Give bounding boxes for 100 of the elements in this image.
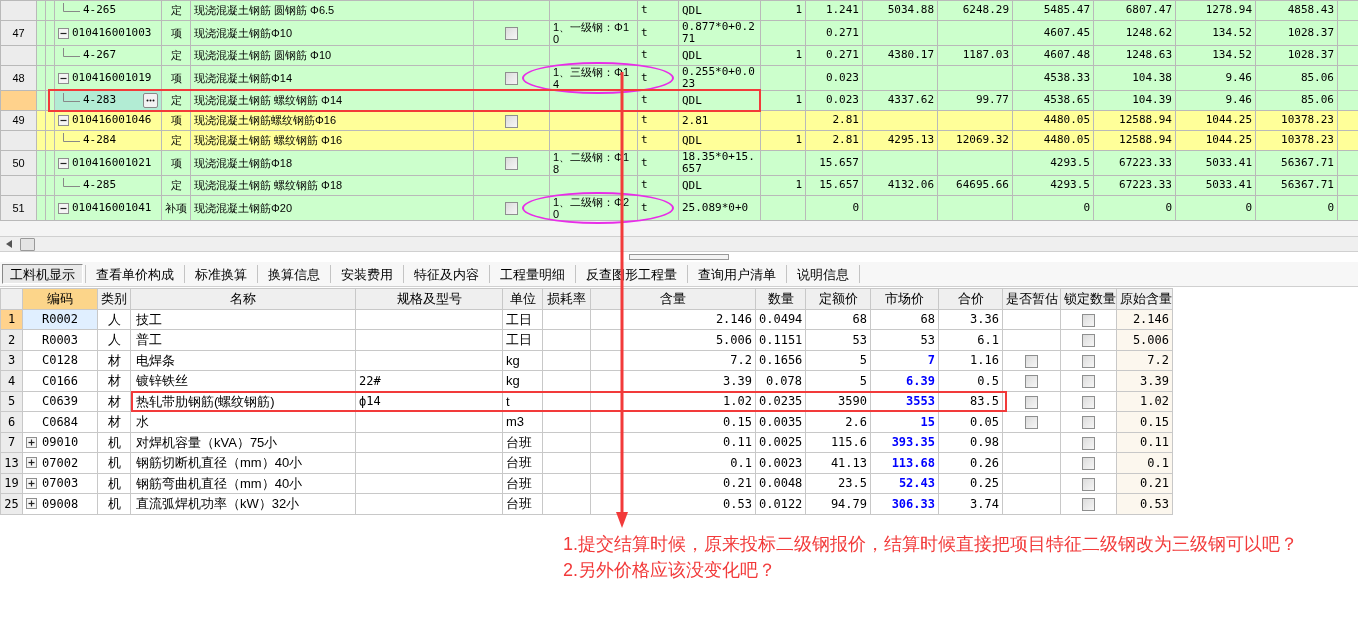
- column-header[interactable]: 原始含量: [1116, 288, 1173, 309]
- tab[interactable]: 工程量明细: [492, 264, 573, 284]
- checkbox[interactable]: [1082, 334, 1095, 348]
- column-header[interactable]: 合价: [938, 288, 1003, 309]
- checkbox[interactable]: [1025, 375, 1038, 389]
- row-number[interactable]: 48: [0, 65, 37, 91]
- code-text: 07003: [42, 475, 79, 493]
- row-number[interactable]: 5: [0, 391, 23, 412]
- checkbox[interactable]: [505, 72, 518, 86]
- checkbox[interactable]: [505, 202, 518, 216]
- column-header[interactable]: 市场价: [870, 288, 939, 309]
- expand-icon[interactable]: [26, 436, 37, 448]
- checkbox[interactable]: [1082, 477, 1095, 491]
- table-cell: 12069.32: [937, 130, 1013, 151]
- row-number[interactable]: 49: [0, 110, 37, 131]
- tab[interactable]: 说明信息: [789, 264, 857, 284]
- row-header[interactable]: [0, 0, 37, 21]
- checkbox[interactable]: [1082, 416, 1095, 430]
- checkbox[interactable]: [505, 27, 518, 41]
- row-number[interactable]: 2: [0, 329, 23, 350]
- row-number[interactable]: 3: [0, 350, 23, 371]
- row-number[interactable]: 25: [0, 493, 23, 514]
- table-cell: 现浇混凝土钢筋 圆钢筋 Φ10: [190, 45, 474, 66]
- checkbox[interactable]: [1082, 457, 1095, 471]
- code-text: 010416001019: [72, 69, 152, 86]
- checkbox[interactable]: [1082, 354, 1095, 368]
- column-header[interactable]: 单位: [502, 288, 543, 309]
- tab[interactable]: 标准换算: [187, 264, 255, 284]
- checkbox[interactable]: [1025, 354, 1038, 368]
- column-header[interactable]: 规格及型号: [355, 288, 503, 309]
- tab[interactable]: 查看单价构成: [88, 264, 182, 284]
- grid-row[interactable]: 4-267 定 现浇混凝土钢筋 圆钢筋 Φ10 t QDL 1 0.271 4380.17 1187.03 4607.48 1248.63 134.52 1028.37: [0, 45, 1358, 66]
- expand-icon[interactable]: [26, 498, 37, 510]
- checkbox[interactable]: [1082, 395, 1095, 409]
- column-header[interactable]: 编码: [22, 288, 98, 309]
- checkbox[interactable]: [1025, 416, 1038, 430]
- grid-row[interactable]: 4-265 定 现浇混凝土钢筋 圆钢筋 Φ6.5 t QDL 1 1.241 5034.88 6248.29 5485.47 6807.47 1278.94 4858.43: [0, 0, 1358, 21]
- row-header[interactable]: [0, 175, 37, 196]
- row-number[interactable]: 19: [0, 473, 23, 494]
- column-header[interactable]: 类别: [97, 288, 131, 309]
- table-cell: 9.46: [1175, 90, 1256, 111]
- code-text: 09008: [42, 495, 79, 513]
- tab[interactable]: 特征及内容: [406, 264, 487, 284]
- more-button[interactable]: [143, 93, 158, 108]
- row-number[interactable]: 4: [0, 370, 23, 391]
- left-arrow-icon[interactable]: [6, 240, 12, 248]
- grid-row[interactable]: 49 010416001046 项 现浇混凝土钢筋螺纹钢筋Φ16 t 2.81 2.81 4480.05 12588.94 1044.25 10378.23: [0, 110, 1358, 131]
- table-cell: 4293.5: [1012, 175, 1094, 196]
- column-header[interactable]: 名称: [130, 288, 356, 309]
- scrollbar-thumb[interactable]: [20, 237, 35, 251]
- checkbox[interactable]: [1082, 498, 1095, 512]
- collapse-icon[interactable]: [58, 115, 69, 126]
- checkbox[interactable]: [1025, 395, 1038, 409]
- collapse-icon[interactable]: [58, 202, 69, 214]
- table-cell: 104.38: [1093, 65, 1176, 91]
- column-header[interactable]: 损耗率: [542, 288, 591, 309]
- column-header[interactable]: 定额价: [805, 288, 871, 309]
- grid-row[interactable]: 4-284 定 现浇混凝土钢筋 螺纹钢筋 Φ16 t QDL 1 2.81 4295.13 12069.32 4480.05 12588.94 1044.25 10378.23: [0, 130, 1358, 151]
- column-header[interactable]: 是否暂估: [1002, 288, 1061, 309]
- collapse-icon[interactable]: [58, 157, 69, 169]
- checkbox[interactable]: [1082, 313, 1095, 327]
- table-cell: 0.98: [938, 432, 1003, 453]
- table-cell: 9.46: [1175, 65, 1256, 91]
- code-text: C0166: [41, 372, 79, 390]
- splitter-handle[interactable]: [629, 254, 729, 260]
- row-number[interactable]: 47: [0, 20, 37, 46]
- grid-row[interactable]: 47 010416001003 项 现浇混凝土钢筋Φ10 1、一级钢：Φ10 t 0.877*0+0.271 0.271 4607.45 1248.62 134.52 1028.37: [0, 20, 1358, 46]
- column-header[interactable]: 锁定数量: [1060, 288, 1117, 309]
- table-cell: 85.06: [1255, 90, 1338, 111]
- tab[interactable]: 查询用户清单: [690, 264, 784, 284]
- row-number[interactable]: 6: [0, 411, 23, 432]
- collapse-icon[interactable]: [58, 27, 69, 39]
- row-number[interactable]: 13: [0, 452, 23, 473]
- horizontal-scrollbar[interactable]: [0, 236, 1358, 252]
- column-header[interactable]: 含量: [590, 288, 756, 309]
- row-header[interactable]: [0, 45, 37, 66]
- table-cell: 52.43: [870, 473, 939, 494]
- table-cell: 4858.43: [1255, 0, 1338, 21]
- column-header[interactable]: 数量: [755, 288, 806, 309]
- code-text: 4-265: [83, 2, 117, 19]
- tab[interactable]: 安装费用: [333, 264, 401, 284]
- row-header[interactable]: [0, 130, 37, 151]
- expand-icon[interactable]: [26, 477, 37, 489]
- row-number[interactable]: 50: [0, 150, 37, 176]
- collapse-icon[interactable]: [58, 72, 69, 84]
- code-text: C0684: [41, 413, 79, 431]
- row-number[interactable]: 1: [0, 309, 23, 330]
- checkbox[interactable]: [505, 114, 518, 128]
- checkbox[interactable]: [1082, 375, 1095, 389]
- code-text: 010416001046: [72, 112, 152, 129]
- row-number[interactable]: 7: [0, 432, 23, 453]
- expand-icon[interactable]: [26, 457, 37, 469]
- checkbox[interactable]: [1082, 436, 1095, 450]
- grid-row[interactable]: 4-283 定 现浇混凝土钢筋 螺纹钢筋 Φ14 t QDL 1 0.023 4337.62 99.77 4538.65 104.39 9.46 85.06: [0, 90, 1358, 111]
- table-cell: 台班: [502, 493, 543, 514]
- tab[interactable]: 工料机显示: [2, 264, 83, 284]
- table-cell: 393.35: [870, 432, 939, 453]
- row-number[interactable]: 51: [0, 195, 37, 221]
- checkbox[interactable]: [505, 157, 518, 171]
- tab[interactable]: 换算信息: [260, 264, 328, 284]
